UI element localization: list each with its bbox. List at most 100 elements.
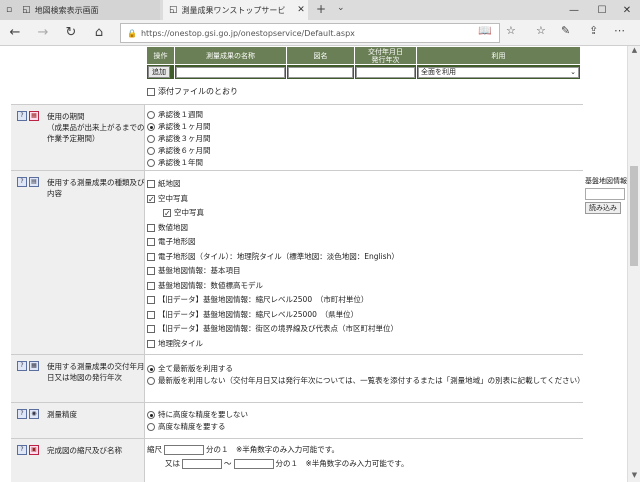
- minimize-button[interactable]: —: [562, 0, 586, 20]
- type-checkbox[interactable]: [147, 310, 155, 319]
- radio[interactable]: [147, 159, 155, 167]
- radio-selected[interactable]: [147, 365, 155, 373]
- radio[interactable]: [147, 423, 155, 431]
- type-option[interactable]: 【旧データ】基盤地図情報：縮尺レベル2500 （市町村単位）: [147, 293, 399, 308]
- usage-select[interactable]: 全面を利用 ⌄: [418, 66, 579, 78]
- more-menu-icon[interactable]: ⋯: [614, 24, 625, 37]
- help-icon[interactable]: ?: [17, 361, 27, 371]
- type-checkbox[interactable]: [147, 281, 155, 290]
- radio[interactable]: [147, 147, 155, 155]
- types-options: 紙地図空中写真空中写真数値地図電子地形図電子地形図（タイル）：地理院タイル（標準…: [147, 177, 399, 351]
- radio[interactable]: [147, 377, 155, 385]
- address-bar[interactable]: 🔒 https://onestop.gsi.go.jp/onestopservi…: [120, 23, 500, 43]
- type-option[interactable]: 空中写真: [147, 206, 399, 222]
- type-checkbox[interactable]: [147, 339, 155, 348]
- type-checkbox[interactable]: [147, 252, 155, 261]
- scroll-up-icon[interactable]: ▲: [628, 46, 640, 57]
- date-input[interactable]: [356, 66, 415, 78]
- type-option[interactable]: 基盤地図情報：基本項目: [147, 264, 399, 279]
- help-icon[interactable]: ?: [17, 409, 27, 419]
- map-name-input[interactable]: [288, 66, 353, 78]
- option-label: 承認後１年間: [158, 158, 203, 167]
- type-option[interactable]: 電子地形図（タイル）：地理院タイル（標準地図：淡色地図：English）: [147, 250, 399, 265]
- forward-arrow-icon[interactable]: →: [34, 24, 52, 42]
- maximize-button[interactable]: ☐: [590, 0, 614, 20]
- web-note-icon[interactable]: ✎: [561, 24, 570, 37]
- period-options: 承認後１週間 承認後１ヶ月間 承認後３ヶ月間 承認後６ヶ月間 承認後１年間: [147, 109, 211, 169]
- radio-selected[interactable]: [147, 411, 155, 419]
- scale-note: 分の１ ※半角数字のみ入力可能です。: [206, 445, 340, 454]
- name-input[interactable]: [176, 66, 285, 78]
- type-option[interactable]: 数値地図: [147, 221, 399, 236]
- type-checkbox[interactable]: [147, 267, 155, 276]
- option-label: 特に高度な精度を要しない: [158, 410, 248, 419]
- tab-list-chevron-icon[interactable]: ⌄: [337, 3, 345, 13]
- attach-file-option[interactable]: 添付ファイルのとおり: [147, 86, 238, 97]
- period-option-1year[interactable]: 承認後１年間: [147, 157, 211, 169]
- reading-view-icon[interactable]: 📖: [478, 24, 492, 37]
- type-option[interactable]: 空中写真: [147, 192, 399, 207]
- scale-inputs: 縮尺 分の１ ※半角数字のみ入力可能です。 又は ～ 分の１ ※半角数字のみ入力…: [147, 443, 409, 471]
- accuracy-option-normal[interactable]: 特に高度な精度を要しない: [147, 409, 248, 421]
- tab-map-search[interactable]: ▫ ◱ 地図検索表示画面: [0, 0, 160, 20]
- load-button[interactable]: 読み込み: [585, 202, 621, 214]
- period-icons: ? ▦: [17, 111, 39, 121]
- period-option-6months[interactable]: 承認後６ヶ月間: [147, 145, 211, 157]
- scroll-down-icon[interactable]: ▼: [628, 471, 640, 482]
- vertical-scrollbar[interactable]: ▲ ▼: [627, 46, 640, 482]
- type-label: 紙地図: [158, 179, 181, 188]
- home-icon[interactable]: ⌂: [90, 24, 108, 42]
- attach-label: 添付ファイルのとおり: [158, 87, 238, 96]
- scrollbar-thumb[interactable]: [630, 166, 638, 266]
- scale-range-to-input[interactable]: [233, 459, 274, 469]
- period-option-1month[interactable]: 承認後１ヶ月間: [147, 121, 211, 133]
- favorite-star-icon[interactable]: ☆: [506, 24, 516, 37]
- type-checkbox[interactable]: [147, 296, 155, 305]
- share-icon[interactable]: ⇪: [589, 24, 598, 37]
- help-icon[interactable]: ?: [17, 177, 27, 187]
- option-label: 承認後３ヶ月間: [158, 134, 211, 143]
- radio-selected[interactable]: [147, 123, 155, 131]
- header-name: 測量成果の名称: [174, 46, 287, 65]
- type-option[interactable]: 地理院タイル: [147, 337, 399, 352]
- edition-section: ? ▦ 使用する測量成果の交付年月日又は地図の発行年次 全て最新版を利用する 最…: [11, 354, 585, 402]
- attach-checkbox[interactable]: [147, 87, 155, 96]
- back-arrow-icon[interactable]: ←: [6, 24, 24, 42]
- period-option-3months[interactable]: 承認後３ヶ月間: [147, 133, 211, 145]
- scale-range-from-input[interactable]: [182, 459, 222, 469]
- side-file-input[interactable]: [585, 188, 625, 200]
- type-checkbox[interactable]: [147, 238, 155, 247]
- date-cell: [354, 64, 417, 80]
- tab-preview-icon[interactable]: ▫: [6, 5, 12, 15]
- radio[interactable]: [147, 135, 155, 143]
- type-option[interactable]: 紙地図: [147, 177, 399, 192]
- tab-onestop[interactable]: ◱ 測量成果ワンストップサービ ✕: [163, 0, 308, 20]
- new-tab-button[interactable]: +: [316, 2, 326, 16]
- radio[interactable]: [147, 111, 155, 119]
- type-option[interactable]: 電子地形図: [147, 235, 399, 250]
- type-checkbox[interactable]: [147, 180, 155, 189]
- scale-input[interactable]: [164, 445, 204, 455]
- help-icon[interactable]: ?: [17, 111, 27, 121]
- type-option[interactable]: 【旧データ】基盤地図情報：街区の境界線及び代表点（市区町村単位）: [147, 322, 399, 337]
- type-option[interactable]: 【旧データ】基盤地図情報：縮尺レベル25000 （県単位）: [147, 308, 399, 323]
- period-option-1week[interactable]: 承認後１週間: [147, 109, 211, 121]
- type-checkbox[interactable]: [147, 325, 155, 334]
- type-checkbox[interactable]: [147, 193, 155, 207]
- help-icon[interactable]: ?: [17, 445, 27, 455]
- refresh-icon[interactable]: ↻: [62, 24, 80, 42]
- favorites-hub-icon[interactable]: ☆: [536, 24, 546, 37]
- type-checkbox[interactable]: [163, 207, 171, 222]
- type-option[interactable]: 基盤地図情報：数値標高モデル: [147, 279, 399, 294]
- type-checkbox[interactable]: [147, 223, 155, 232]
- type-label: 基盤地図情報：基本項目: [158, 266, 241, 275]
- edition-option-not-latest[interactable]: 最新版を利用しない（交付年月日又は発行年次については、一覧表を添付するまたは「測…: [147, 375, 585, 387]
- close-tab-icon[interactable]: ✕: [294, 5, 308, 15]
- edition-option-latest[interactable]: 全て最新版を利用する: [147, 363, 585, 375]
- scale-row-1: 縮尺 分の１ ※半角数字のみ入力可能です。: [147, 443, 409, 457]
- edition-options: 全て最新版を利用する 最新版を利用しない（交付年月日又は発行年次については、一覧…: [147, 363, 585, 387]
- usage-value: 全面を利用: [421, 68, 456, 76]
- add-button[interactable]: 追加: [148, 66, 170, 78]
- accuracy-option-high[interactable]: 高度な精度を要する: [147, 421, 248, 433]
- close-window-button[interactable]: ✕: [615, 0, 639, 20]
